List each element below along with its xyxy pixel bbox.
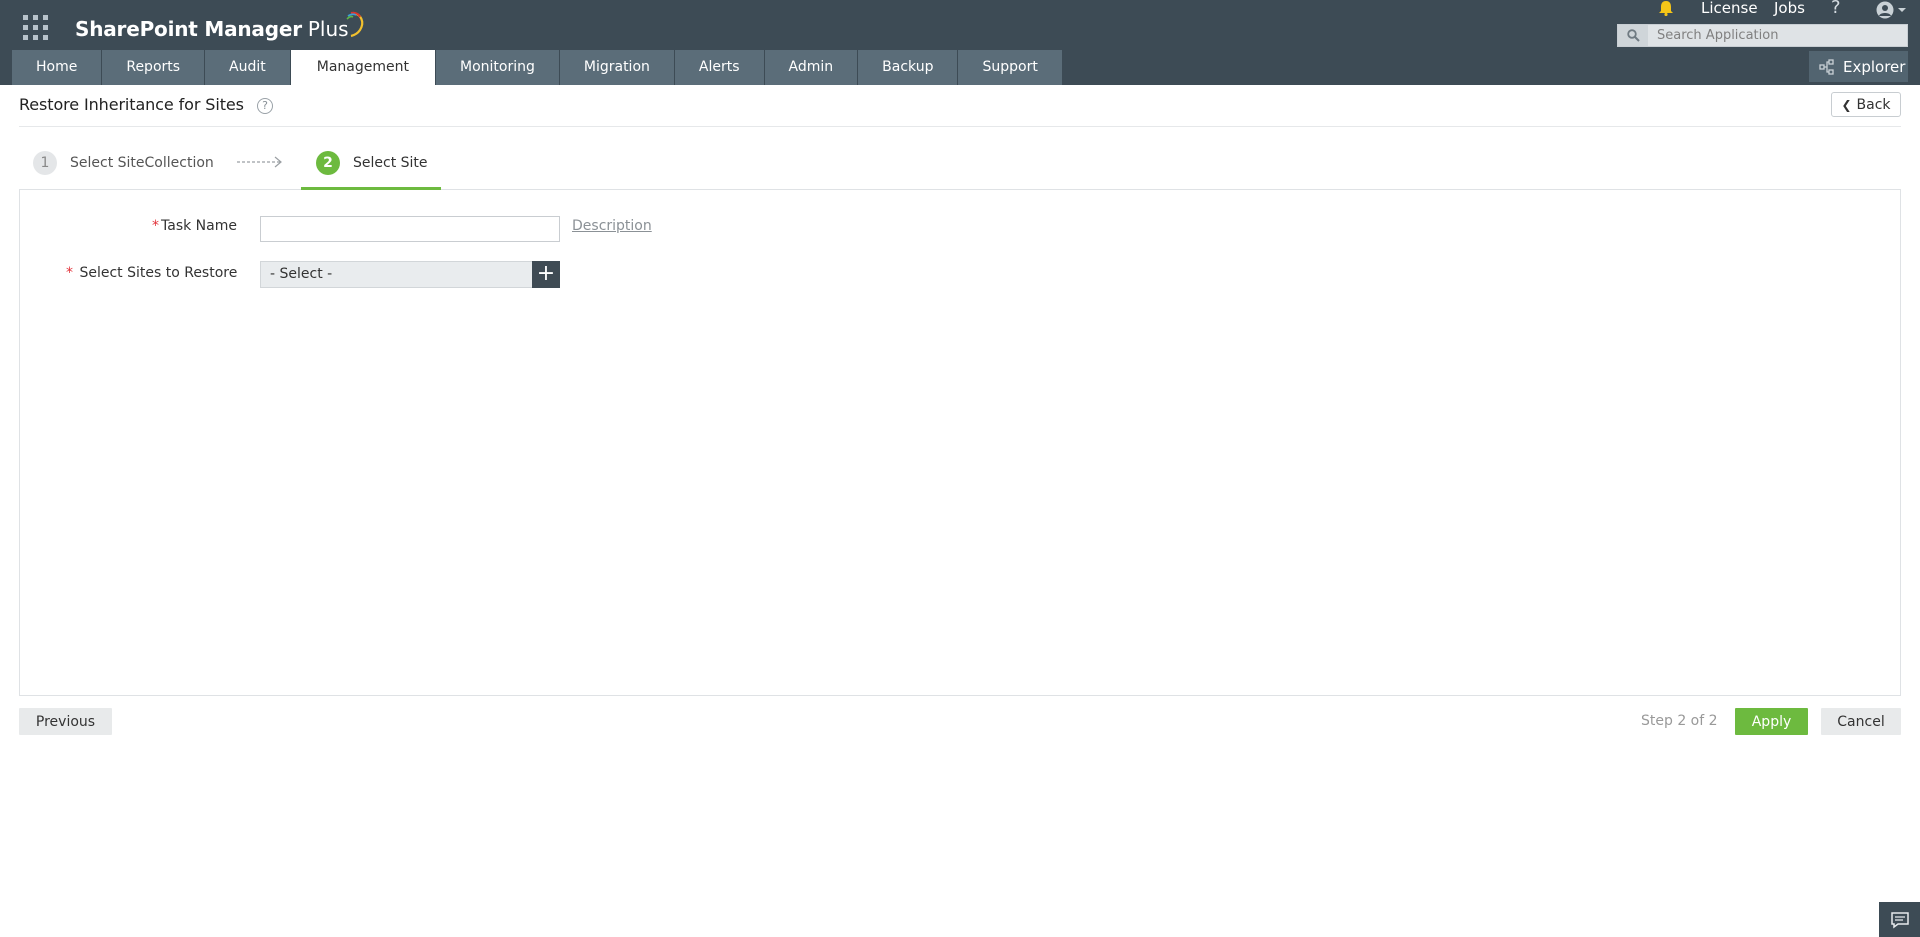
- explorer-label: Explorer: [1843, 57, 1906, 76]
- wizard-step-1[interactable]: 1 Select SiteCollection: [33, 150, 214, 175]
- previous-button[interactable]: Previous: [19, 708, 112, 735]
- sites-select[interactable]: - Select -: [260, 261, 533, 288]
- brand-name: SharePoint Manager: [75, 17, 302, 41]
- back-label: Back: [1856, 96, 1891, 113]
- required-marker: *: [66, 265, 73, 281]
- task-name-label-text: Task Name: [161, 218, 237, 234]
- apply-button[interactable]: Apply: [1735, 708, 1808, 735]
- brand-swoosh-icon: [346, 11, 363, 38]
- tab-alerts[interactable]: Alerts: [674, 50, 764, 85]
- back-button[interactable]: ❮ Back: [1831, 92, 1901, 117]
- task-name-label: * Task Name: [152, 218, 237, 234]
- tab-backup[interactable]: Backup: [858, 50, 958, 85]
- sites-label-text: Select Sites to Restore: [79, 265, 238, 281]
- tab-audit[interactable]: Audit: [205, 50, 290, 85]
- step-number: 2: [316, 150, 340, 175]
- task-name-input[interactable]: [260, 216, 560, 242]
- brand-plus: Plus: [307, 17, 349, 41]
- help-icon[interactable]: ?: [1831, 0, 1841, 17]
- header-divider: [19, 126, 1901, 127]
- notification-bell-icon[interactable]: [1657, 0, 1675, 16]
- add-sites-button[interactable]: +: [532, 261, 560, 288]
- search-input[interactable]: [1648, 25, 1903, 46]
- chat-icon[interactable]: [1879, 902, 1920, 937]
- step-label: Select Site: [353, 154, 428, 171]
- main-nav-tabs: Home Reports Audit Management Monitoring…: [12, 50, 1063, 85]
- step-arrow-icon: [237, 156, 282, 168]
- search-icon[interactable]: [1618, 25, 1648, 46]
- tab-admin[interactable]: Admin: [764, 50, 858, 85]
- required-marker: *: [152, 218, 159, 234]
- page-help-icon[interactable]: ?: [257, 98, 273, 114]
- tab-home[interactable]: Home: [12, 50, 102, 85]
- explorer-button[interactable]: Explorer: [1809, 51, 1908, 82]
- top-header: SharePoint Manager Plus License Jobs ? H…: [0, 0, 1920, 85]
- tab-support[interactable]: Support: [958, 50, 1062, 85]
- search-bar[interactable]: [1617, 24, 1908, 47]
- tab-management[interactable]: Management: [290, 50, 435, 85]
- cancel-button[interactable]: Cancel: [1821, 708, 1901, 735]
- chevron-left-icon: ❮: [1841, 97, 1852, 112]
- explorer-tree-icon: [1819, 58, 1834, 75]
- user-account-icon[interactable]: [1874, 1, 1910, 19]
- wizard-step-2[interactable]: 2 Select Site: [316, 150, 428, 175]
- jobs-link[interactable]: Jobs: [1774, 0, 1805, 16]
- tab-monitoring[interactable]: Monitoring: [436, 50, 559, 85]
- brand-logo[interactable]: SharePoint Manager Plus: [75, 11, 367, 46]
- step-label: Select SiteCollection: [70, 154, 214, 171]
- active-step-indicator: [301, 187, 441, 190]
- step-number: 1: [33, 150, 57, 175]
- description-link[interactable]: Description: [572, 218, 652, 234]
- tab-reports[interactable]: Reports: [102, 50, 205, 85]
- page-title: Restore Inheritance for Sites: [19, 95, 244, 114]
- tab-migration[interactable]: Migration: [559, 50, 674, 85]
- app-grid-icon[interactable]: [23, 15, 49, 41]
- license-link[interactable]: License: [1701, 0, 1758, 16]
- sites-to-restore-label: * Select Sites to Restore: [66, 265, 237, 281]
- step-counter: Step 2 of 2: [1641, 713, 1718, 729]
